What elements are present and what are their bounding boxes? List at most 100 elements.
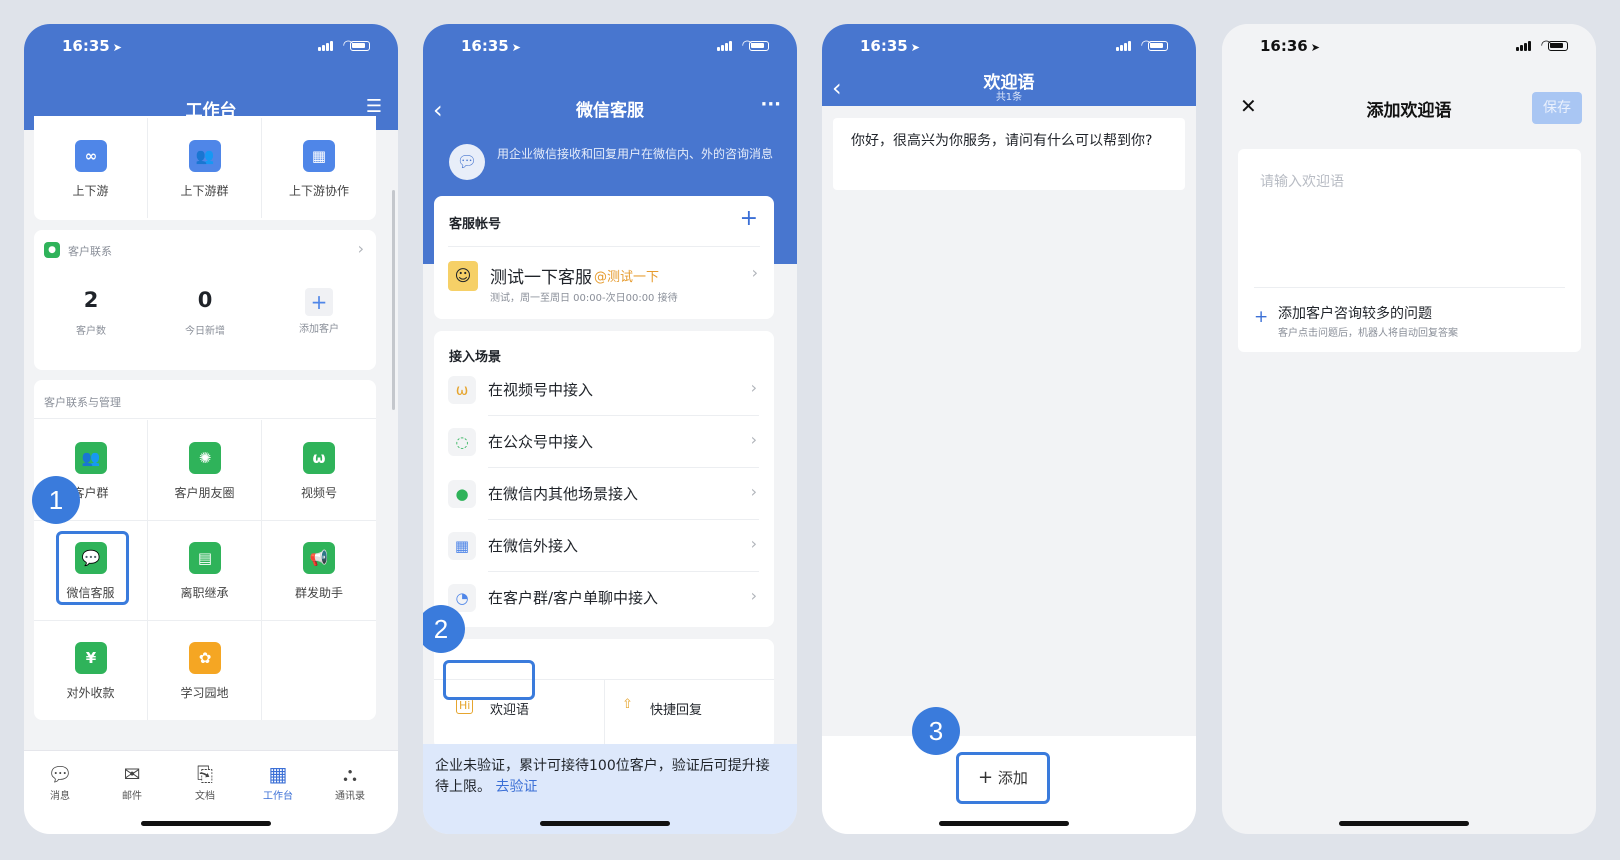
tab-workbench[interactable]: ▦ 工作台 (248, 761, 308, 802)
document-icon: ⎘ (197, 762, 213, 786)
stat-label: 客户数 (76, 326, 106, 337)
app-label: 离职继承 (180, 586, 229, 600)
tab-contacts[interactable]: ⛬ 通讯录 (320, 761, 380, 802)
stat-new-today[interactable]: 0 今日新增 (148, 288, 262, 337)
app-label: 视频号 (300, 486, 337, 500)
channels-icon: ω (448, 376, 476, 404)
scrollbar[interactable] (392, 190, 395, 410)
quick-reply-icon: ⇧ (622, 697, 633, 712)
broadcast-icon: 📢 (303, 542, 335, 574)
app-channels[interactable]: ω 视频号 (262, 420, 376, 520)
scene-outside-wechat[interactable]: ▦ 在微信外接入 › (434, 520, 773, 572)
tab-label: 通讯录 (335, 791, 365, 802)
signal-icon (1116, 41, 1132, 51)
home-indicator (939, 821, 1069, 826)
official-account-icon: ◌ (448, 428, 476, 456)
moments-icon: ✺ (189, 442, 221, 474)
tab-mail[interactable]: ✉ 邮件 (102, 761, 162, 802)
wechat-icon: ● (448, 480, 476, 508)
chevron-right-icon: › (750, 482, 757, 501)
customer-contact-card[interactable]: ● 客户联系 › 2 客户数 0 今日新增 + 添加客户 (34, 230, 376, 370)
phone-add-welcome: 16:36 ➤ ◠ ✕ 添加欢迎语 保存 请输入欢迎语 + 添加客户咨询较多的问题… (1222, 24, 1596, 834)
welcome-message-text: 你好，很高兴为你服务，请问有什么可以帮到你? (851, 133, 1153, 149)
tab-messages[interactable]: 💬︎ 消息 (30, 761, 90, 802)
grid-icon: ▦ (303, 140, 335, 172)
account-name: 测试一下客服 (490, 268, 592, 288)
stats-row: 2 客户数 0 今日新增 + 添加客户 (34, 288, 376, 337)
scene-channels[interactable]: ω 在视频号中接入 › (434, 364, 773, 416)
add-account-icon[interactable]: + (740, 206, 758, 231)
inherit-icon: ▤ (189, 542, 221, 574)
add-question-desc: 客户点击问题后，机器人将自动回复答案 (1278, 328, 1458, 339)
tool-label: 快捷回复 (650, 703, 703, 718)
home-indicator (1339, 821, 1469, 826)
app-payment[interactable]: ¥ 对外收款 (34, 620, 148, 720)
save-button[interactable]: 保存 (1532, 92, 1582, 124)
header: 16:35 ➤ ◠ ‹ 欢迎语 共1条 (822, 24, 1196, 106)
app-resign-inherit[interactable]: ▤ 离职继承 (148, 520, 262, 620)
location-icon: ➤ (1310, 41, 1320, 54)
section-title: 接入场景 (449, 350, 502, 365)
app-upstream-collab[interactable]: ▦ 上下游协作 (262, 118, 376, 218)
chevron-right-icon: › (751, 263, 758, 282)
tab-label: 文档 (195, 791, 215, 802)
stat-customers[interactable]: 2 客户数 (34, 288, 148, 337)
section-title: 客户联系与管理 (44, 396, 121, 409)
apps-row-1: 👥 客户群 ✺ 客户朋友圈 ω 视频号 (34, 420, 376, 520)
status-bar: 16:36 ➤ ◠ (1222, 24, 1596, 68)
scene-group-chat[interactable]: ◔ 在客户群/客户单聊中接入 › (434, 572, 773, 624)
add-welcome-button[interactable]: + 添加 (956, 752, 1050, 804)
tab-label: 工作台 (263, 791, 293, 802)
location-icon: ➤ (511, 41, 521, 54)
notice-text: 企业未验证，累计可接待100位客户，验证后可提升接待上限。 (435, 758, 770, 795)
verify-link[interactable]: 去验证 (495, 779, 537, 795)
tool-quick-reply[interactable]: ⇧ 快捷回复 (618, 689, 758, 727)
app-label: 上下游 (72, 184, 109, 198)
app-learning[interactable]: ✿ 学习园地 (148, 620, 262, 720)
app-broadcast[interactable]: 📢 群发助手 (262, 520, 376, 620)
account-row[interactable]: ☺ 测试一下客服 @测试一下 测试，周一至周日 00:00-次日00:00 接待… (434, 247, 774, 317)
signal-icon (318, 41, 334, 51)
more-icon[interactable]: ··· (760, 94, 781, 115)
add-label: 添加 (997, 769, 1028, 787)
app-label: 对外收款 (66, 686, 115, 700)
tool-label: 欢迎语 (490, 703, 530, 718)
empty-cell (262, 620, 376, 720)
scene-label: 在公众号中接入 (488, 433, 594, 451)
tab-docs[interactable]: ⎘ 文档 (175, 761, 235, 802)
divider (34, 418, 376, 419)
apps-icon: ▦ (448, 532, 476, 560)
app-label: 群发助手 (294, 586, 343, 600)
app-customer-moments[interactable]: ✺ 客户朋友圈 (148, 420, 262, 520)
signal-icon (717, 41, 733, 51)
link-icon: ∞ (75, 140, 107, 172)
app-upstream-group[interactable]: 👥 上下游群 (148, 118, 262, 218)
battery-icon (749, 41, 769, 51)
scene-wechat-other[interactable]: ● 在微信内其他场景接入 › (434, 468, 773, 520)
welcome-input[interactable]: 请输入欢迎语 (1260, 171, 1344, 191)
status-time: 16:36 (1260, 37, 1308, 55)
step-badge-3: 3 (912, 707, 960, 755)
location-icon: ➤ (910, 41, 920, 54)
welcome-message-card[interactable]: 你好，很高兴为你服务，请问有什么可以帮到你? (833, 118, 1185, 190)
scene-label: 在视频号中接入 (488, 381, 594, 399)
accounts-card: 客服帐号 + ☺ 测试一下客服 @测试一下 测试，周一至周日 00:00-次日0… (434, 196, 774, 319)
tab-bar: 💬︎ 消息 ✉ 邮件 ⎘ 文档 ▦ 工作台 ⛬ 通讯录 (24, 750, 398, 834)
verify-notice: 企业未验证，累计可接待100位客户，验证后可提升接待上限。 去验证 (423, 744, 797, 834)
apps-row-3: ¥ 对外收款 ✿ 学习园地 (34, 620, 376, 720)
status-bar: 16:35 ➤ ◠ (24, 24, 398, 68)
info-text: 用企业微信接收和回复用户在微信内、外的咨询消息 (497, 147, 774, 161)
scene-label: 在微信外接入 (488, 537, 579, 555)
chevron-right-icon: › (750, 586, 757, 605)
header: 16:36 ➤ ◠ ✕ 添加欢迎语 保存 (1222, 24, 1596, 130)
stat-value: 2 (83, 288, 99, 312)
app-upstream[interactable]: ∞ 上下游 (34, 118, 148, 218)
add-customer-button[interactable]: + 添加客户 (262, 288, 376, 337)
chevron-right-icon: › (750, 534, 757, 553)
app-label: 上下游群 (180, 184, 229, 198)
add-question-row[interactable]: + 添加客户咨询较多的问题 客户点击问题后，机器人将自动回复答案 (1238, 289, 1581, 349)
settings-list-icon[interactable]: ☰ (366, 96, 382, 117)
step-badge-1: 1 (32, 476, 80, 524)
account-tag: @测试一下 (594, 270, 660, 285)
scene-official-account[interactable]: ◌ 在公众号中接入 › (434, 416, 773, 468)
